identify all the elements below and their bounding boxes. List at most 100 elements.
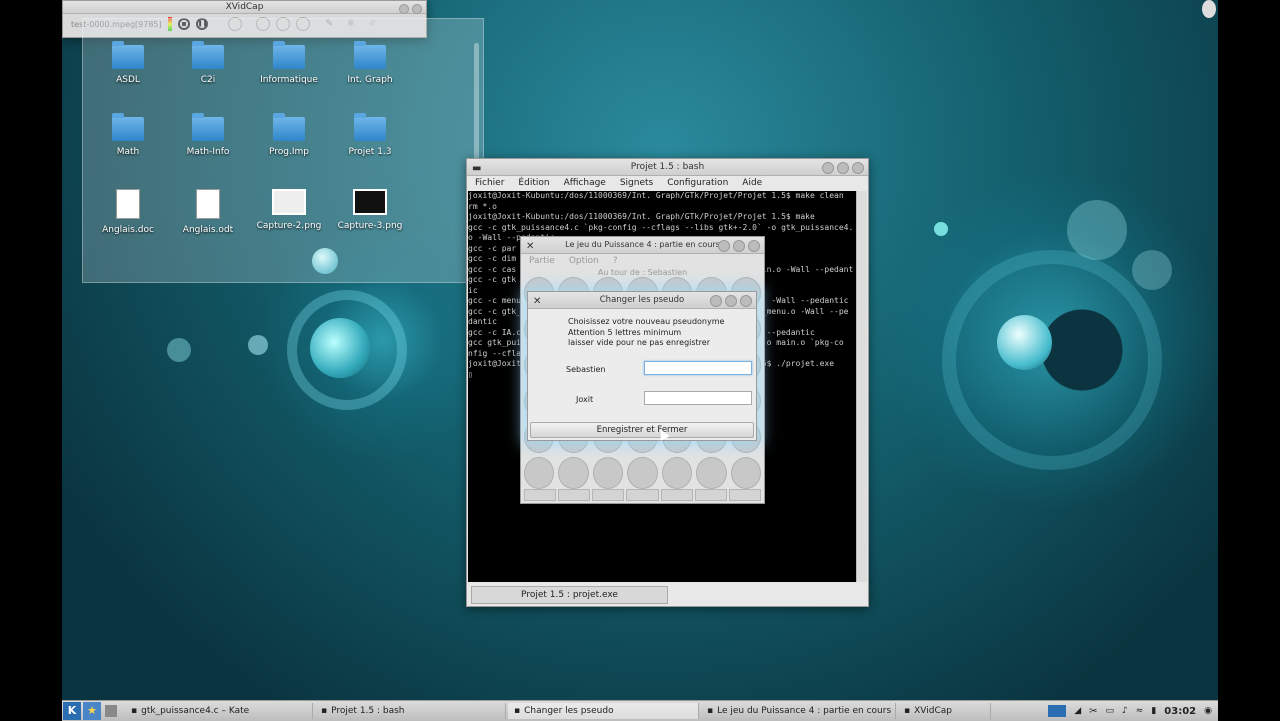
folder-view: ASDL C2i Informatique Int. Graph Math Math-In… <box>82 18 484 283</box>
instruction-line: Attention 5 lettres minimum <box>568 327 682 337</box>
close-button[interactable] <box>852 162 864 174</box>
taskbar-task[interactable]: ▪ Le jeu du Puissance 4 : partie en cours <box>701 703 896 719</box>
desktop-file-item[interactable]: Math-Info <box>173 113 243 157</box>
taskbar-task[interactable]: ▪ Changer les pseudo <box>508 703 699 719</box>
file-label: Math <box>116 147 140 157</box>
desktop-file-item[interactable]: C2i <box>173 41 243 85</box>
column-button[interactable] <box>524 489 557 501</box>
menu-item[interactable]: Configuration <box>667 178 728 188</box>
desktop-file-item[interactable]: Anglais.odt <box>173 189 243 235</box>
window-icon: ▪ <box>321 706 328 716</box>
konsole-titlebar[interactable]: ▬ Projet 1.5 : bash <box>467 159 868 176</box>
player2-label: Joxit <box>576 395 594 404</box>
minimize-button[interactable] <box>822 162 834 174</box>
maximize-button[interactable] <box>733 240 745 252</box>
image-icon <box>272 189 306 215</box>
taskbar-task[interactable]: ▪ XVidCap <box>898 703 991 719</box>
desktop-file-item[interactable]: Prog.Imp <box>254 113 324 157</box>
window-icon: ▪ <box>904 706 911 716</box>
taskbar: K ★ ▪ gtk_puissance4.c – Kate ▪ Projet 1.5 … <box>62 700 1218 721</box>
board-cell[interactable] <box>661 457 693 489</box>
xvidcap-title: XVidCap <box>225 2 264 12</box>
folder-icon <box>192 113 224 141</box>
desktop-file-item[interactable]: Projet 1.3 <box>335 113 405 157</box>
desktop-file-item[interactable]: Math <box>93 113 163 157</box>
volume-icon[interactable]: ♪ <box>1122 706 1128 716</box>
menu-item[interactable]: Affichage <box>564 178 606 188</box>
notifications-icon[interactable]: ◉ <box>1204 706 1212 716</box>
board-cell[interactable] <box>592 457 624 489</box>
board-cell[interactable] <box>627 457 658 489</box>
tools-icon[interactable]: ✂ <box>1089 706 1097 717</box>
document-icon <box>116 189 140 219</box>
task-label: Le jeu du Puissance 4 : partie en cours <box>717 706 892 716</box>
save-close-button[interactable]: Enregistrer et Fermer <box>530 422 754 438</box>
menu-item[interactable]: ? <box>613 256 618 266</box>
task-label: Changer les pseudo <box>524 706 614 716</box>
instruction-line: laisser vide pour ne pas enregistrer <box>568 338 710 347</box>
folder-icon <box>273 113 305 141</box>
dialog-titlebar[interactable]: ✕ Changer les pseudo <box>528 292 756 309</box>
player1-input[interactable] <box>644 361 752 375</box>
menu-item[interactable]: Édition <box>518 178 549 188</box>
clock[interactable]: 03:02 <box>1164 706 1196 717</box>
terminal-line: rm *.o <box>468 201 497 211</box>
column-button[interactable] <box>660 489 693 501</box>
board-cell[interactable] <box>524 457 555 489</box>
column-button[interactable] <box>558 489 591 501</box>
show-desktop-icon[interactable] <box>105 705 117 717</box>
file-label: Informatique <box>260 75 318 85</box>
column-button[interactable] <box>694 489 727 501</box>
column-button[interactable] <box>728 489 761 501</box>
desktop-file-item[interactable]: Informatique <box>254 41 324 85</box>
taskbar-task[interactable]: ▪ Projet 1.5 : bash <box>315 703 506 719</box>
terminal-line: joxit@Joxit-Kubuntu:/dos/11000369/Int. G… <box>468 212 815 221</box>
player2-input[interactable] <box>644 391 752 405</box>
menu-item[interactable]: Fichier <box>475 178 504 188</box>
maximize-button[interactable] <box>725 295 737 307</box>
column-button[interactable] <box>626 489 659 501</box>
favorites-icon[interactable]: ★ <box>83 702 101 720</box>
board-cell[interactable] <box>730 457 761 489</box>
desktop-file-item[interactable]: Capture-3.png <box>335 189 405 231</box>
board-cell[interactable] <box>696 457 727 489</box>
maximize-button[interactable] <box>837 162 849 174</box>
menu-item[interactable]: Signets <box>620 178 653 188</box>
close-button[interactable] <box>748 240 760 252</box>
desktop-file-item[interactable]: Capture-2.png <box>254 189 324 231</box>
close-button[interactable] <box>740 295 752 307</box>
file-label: Capture-2.png <box>256 221 322 231</box>
file-label: Capture-3.png <box>337 221 403 231</box>
column-button[interactable] <box>592 489 625 501</box>
pager-icon[interactable] <box>1048 705 1067 717</box>
taskbar-task[interactable]: ▪ gtk_puissance4.c – Kate <box>125 703 313 719</box>
file-label: Int. Graph <box>347 75 393 85</box>
terminal-scrollbar[interactable] <box>856 191 867 582</box>
desktop-file-item[interactable]: Anglais.doc <box>93 189 163 235</box>
konsole-tab[interactable]: Projet 1.5 : projet.exe <box>471 586 668 604</box>
minimize-button[interactable] <box>718 240 730 252</box>
menu-item[interactable]: Aide <box>742 178 762 188</box>
desktop-file-item[interactable]: Int. Graph <box>335 41 405 85</box>
save-close-label: Enregistrer et Fermer <box>596 425 688 435</box>
player1-label: Sebastien <box>566 365 606 374</box>
xvidcap-titlebar[interactable]: XVidCap <box>63 1 426 14</box>
close-button[interactable] <box>412 4 422 14</box>
column-buttons <box>524 489 761 501</box>
instruction-line: Choisissez votre nouveau pseudonyme <box>568 317 725 326</box>
board-cell[interactable] <box>558 457 589 489</box>
minimize-button[interactable] <box>399 4 409 14</box>
menu-item[interactable]: Partie <box>529 256 555 266</box>
display-icon[interactable]: ▭ <box>1106 706 1115 716</box>
tray-arrow-icon[interactable]: ◢ <box>1074 706 1081 716</box>
battery-icon[interactable]: ▮ <box>1151 706 1156 716</box>
desktop-file-item[interactable]: ASDL <box>93 41 163 85</box>
terminal-line: gcc -c gtk_puissance4.c `pkg-config --cf… <box>468 222 854 232</box>
folder-icon <box>192 41 224 69</box>
menu-item[interactable]: Option <box>569 256 599 266</box>
file-label: C2i <box>200 75 216 85</box>
wifi-icon[interactable]: ≈ <box>1136 706 1144 716</box>
game-titlebar[interactable]: ✕ Le jeu du Puissance 4 : partie en cour… <box>521 237 764 254</box>
kde-menu-icon[interactable]: K <box>63 702 81 720</box>
minimize-button[interactable] <box>710 295 722 307</box>
